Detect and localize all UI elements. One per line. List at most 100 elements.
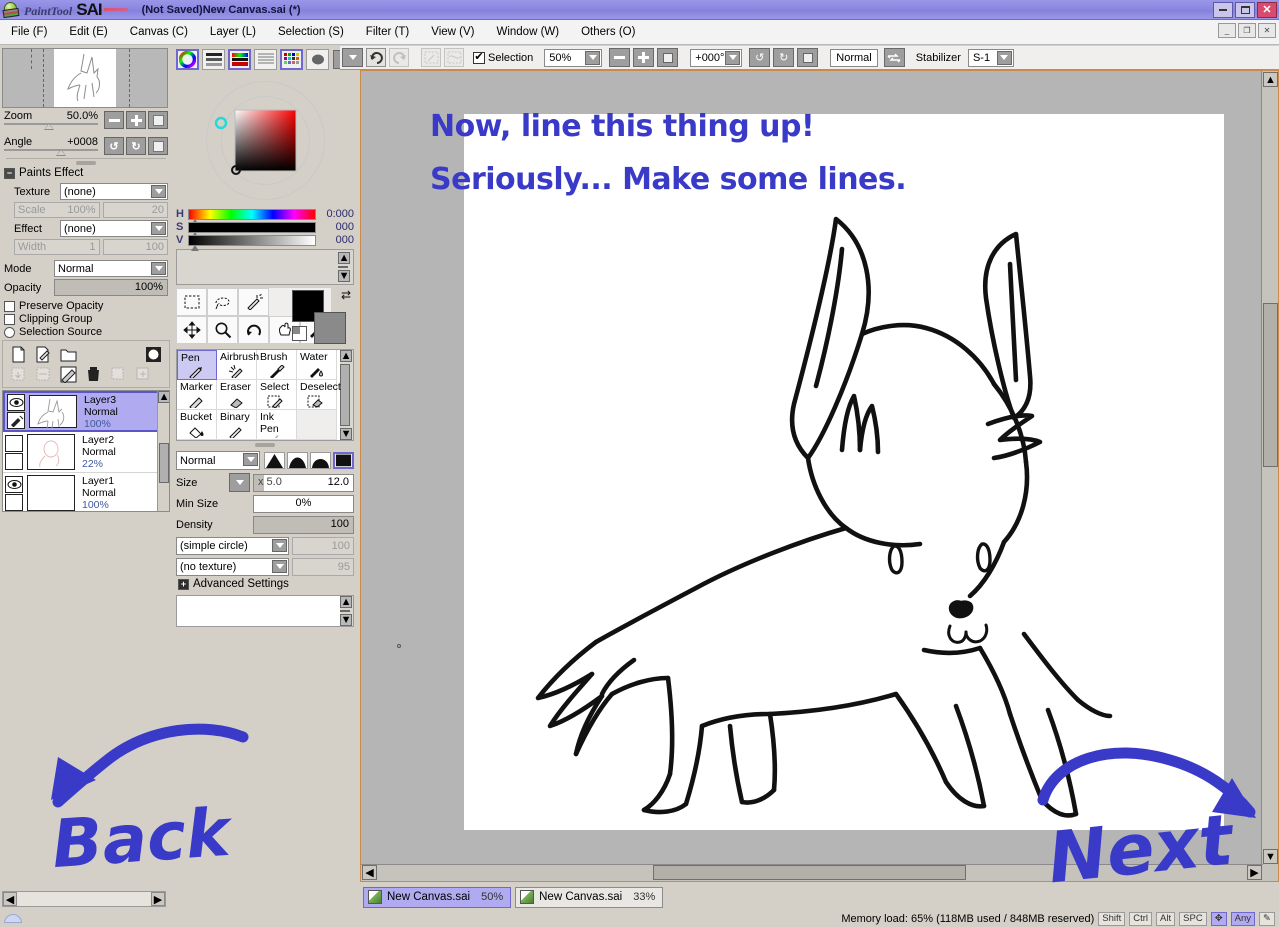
effect-combo[interactable]: (none) <box>60 220 168 237</box>
tool-select[interactable]: Select <box>257 380 297 410</box>
layer-visibility-toggle[interactable] <box>7 394 25 411</box>
layer-row-2[interactable]: Layer2 Normal 22% <box>3 432 169 473</box>
texture-combo[interactable]: (none) <box>60 183 168 200</box>
merge-down-button[interactable] <box>9 365 28 383</box>
brush-tool-grid[interactable]: Pen Airbrush Brush Water Marker Eraser S… <box>176 349 354 441</box>
collapse-icon[interactable]: − <box>4 167 15 179</box>
left-panel-hscrollbar[interactable]: ◀ ▶ <box>2 891 166 907</box>
preserve-opacity-row[interactable]: Preserve Opacity <box>4 300 168 312</box>
menu-selection[interactable]: Selection (S) <box>267 23 355 41</box>
tool-grid-grabber[interactable] <box>255 443 275 447</box>
rotate-tool-icon[interactable] <box>238 316 269 344</box>
zoom-reset-toolbar-button[interactable] <box>657 48 679 67</box>
scroll-thumb[interactable] <box>340 610 350 612</box>
merge-selected-button[interactable] <box>34 365 53 383</box>
tool-ink-pen[interactable]: Ink Pen <box>257 410 297 440</box>
edge-shape-sharp-icon[interactable] <box>264 452 285 469</box>
scroll-up-icon[interactable]: ▲ <box>158 391 169 403</box>
canvas-vertical-scrollbar[interactable]: ▲ ▼ <box>1261 71 1278 881</box>
swatch-grid[interactable] <box>179 252 336 282</box>
selection-toggle-row[interactable]: ✔ Selection <box>473 51 533 64</box>
mode-combo[interactable]: Normal <box>54 260 168 277</box>
layer-row-1[interactable]: Layer1 Normal 100% <box>3 473 169 511</box>
zoom-out-button[interactable] <box>104 111 124 129</box>
menu-canvas[interactable]: Canvas (C) <box>119 23 199 41</box>
tool-water[interactable]: Water <box>297 350 337 380</box>
menu-view[interactable]: View (V) <box>420 23 485 41</box>
chevron-down-icon[interactable] <box>272 560 287 573</box>
texture-scale-field[interactable]: Scale 100% <box>14 202 100 218</box>
selection-deform-button[interactable] <box>444 48 464 67</box>
scroll-right-icon[interactable]: ▶ <box>151 892 165 906</box>
menu-file[interactable]: File (F) <box>0 23 58 41</box>
selection-transform-button[interactable] <box>421 48 441 67</box>
tool-marker[interactable]: Marker <box>177 380 217 410</box>
lasso-select-icon[interactable] <box>207 288 238 316</box>
preserve-opacity-checkbox[interactable] <box>4 300 15 312</box>
tool-airbrush[interactable]: Airbrush <box>217 350 259 380</box>
canvas-area[interactable]: Now, line this thing up! Seriously... Ma… <box>360 70 1279 882</box>
color-wheel-mode-icon[interactable] <box>176 49 199 70</box>
scroll-up-icon[interactable]: ▲ <box>338 252 350 264</box>
clear-layer-button[interactable] <box>59 365 78 383</box>
zoom-tool-icon[interactable] <box>207 316 238 344</box>
menu-edit[interactable]: Edit (E) <box>58 23 118 41</box>
swatch-scrollbar[interactable]: ▲ ▼ <box>338 252 351 282</box>
new-linework-layer-button[interactable] <box>34 345 53 363</box>
layer-active-indicator[interactable] <box>5 493 23 511</box>
layer-list-scrollbar[interactable]: ▲ <box>157 391 169 511</box>
maximize-button[interactable] <box>1235 2 1255 18</box>
hscroll-thumb[interactable] <box>653 865 966 880</box>
move-tool-icon[interactable] <box>176 316 207 344</box>
vscroll-thumb[interactable] <box>1263 303 1278 467</box>
canvas-paper[interactable] <box>464 114 1224 830</box>
stabilizer-combo[interactable]: S-1 <box>967 48 1014 67</box>
size-grid-scrollbar[interactable]: ▲ ▼ <box>340 596 353 626</box>
scroll-right-icon[interactable]: ▶ <box>1247 865 1262 880</box>
edge-shape-round-icon[interactable] <box>287 452 308 469</box>
menu-layer[interactable]: Layer (L) <box>199 23 267 41</box>
scroll-down-icon[interactable]: ▼ <box>340 614 352 626</box>
opacity-slider[interactable]: 100% <box>54 279 168 296</box>
scroll-up-icon[interactable]: ▲ <box>1263 72 1278 87</box>
layer-mask-button[interactable] <box>144 345 163 363</box>
document-tab-1[interactable]: New Canvas.sai 50% <box>363 886 512 908</box>
move-layer-up-button[interactable] <box>109 365 128 383</box>
tool-eraser[interactable]: Eraser <box>217 380 257 410</box>
doc-close-button[interactable]: ✕ <box>1258 23 1276 38</box>
redo-button[interactable] <box>389 48 409 67</box>
brush-blend-combo[interactable]: Normal <box>176 451 260 470</box>
tool-bucket[interactable]: Bucket <box>177 410 217 440</box>
rotate-right-button[interactable]: ↻ <box>126 137 146 155</box>
effect-width-field[interactable]: Width 1 <box>14 239 100 255</box>
brush-minsize-field[interactable]: 0% <box>253 495 354 513</box>
new-layer-button[interactable] <box>9 345 28 363</box>
texture-amount-field[interactable]: 20 <box>102 202 168 218</box>
menu-others[interactable]: Others (O) <box>570 23 646 41</box>
brush-texture-amount[interactable]: 95 <box>292 558 354 576</box>
close-button[interactable]: ✕ <box>1257 2 1277 18</box>
background-color-swatch[interactable] <box>314 312 346 344</box>
clipping-group-checkbox[interactable] <box>4 313 15 325</box>
tool-brush[interactable]: Brush <box>257 350 297 380</box>
layer-visibility-toggle[interactable] <box>5 475 23 493</box>
hue-slider[interactable] <box>188 208 316 225</box>
scroll-left-icon[interactable]: ◀ <box>362 865 377 880</box>
undo-button[interactable] <box>366 48 386 67</box>
angle-combo[interactable]: +000° <box>690 48 743 67</box>
layer-row-3[interactable]: Layer3 Normal 100% <box>3 391 169 432</box>
panel-grabber[interactable] <box>76 161 96 165</box>
swap-colors-icon[interactable]: ⇄ <box>341 288 351 302</box>
menu-window[interactable]: Window (W) <box>485 23 570 41</box>
edge-shape-hard-icon[interactable] <box>333 452 354 469</box>
expand-icon[interactable]: + <box>178 578 189 590</box>
zoom-out-toolbar-button[interactable] <box>609 48 631 67</box>
zoom-in-toolbar-button[interactable] <box>633 48 655 67</box>
scroll-down-icon[interactable]: ▼ <box>338 270 350 282</box>
chevron-down-icon[interactable] <box>243 453 258 466</box>
value-slider[interactable] <box>188 234 316 251</box>
brush-density-field[interactable]: 100 <box>253 516 354 534</box>
scroll-up-icon[interactable]: ▲ <box>340 596 352 608</box>
chevron-down-icon[interactable] <box>151 262 166 275</box>
selection-source-row[interactable]: Selection Source <box>4 326 168 338</box>
